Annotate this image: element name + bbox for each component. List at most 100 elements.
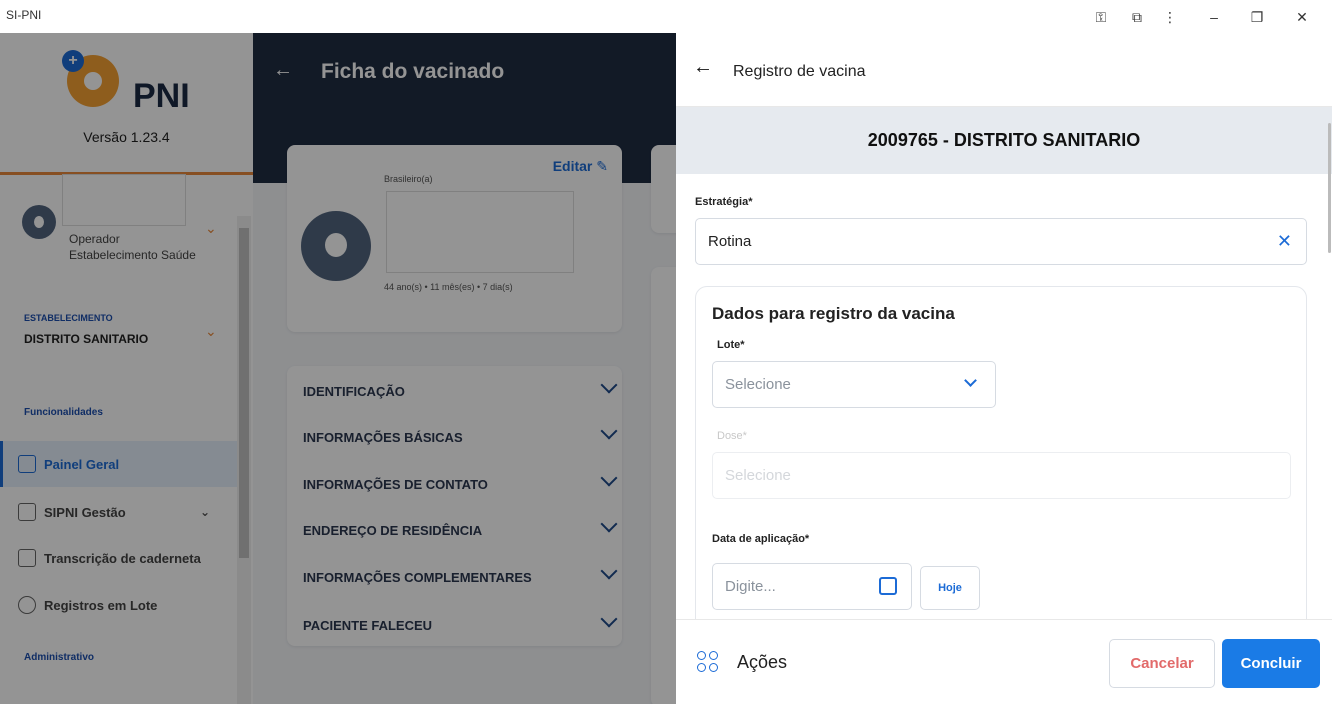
monitor-icon [18,455,36,473]
patient-sections: IDENTIFICAÇÃO INFORMAÇÕES BÁSICAS INFORM… [287,366,622,646]
plus-icon: + [62,50,84,72]
window-titlebar: SI-PNI ⚿ ⧉ ⋮ – ❐ ✕ [0,0,1332,33]
syringe-icon [18,596,36,614]
sidebar-item-label: Painel Geral [44,456,120,472]
vaccine-data-card: Dados para registro da vacina Lote* Sele… [695,286,1307,619]
drawer-title: Registro de vacina [733,63,866,80]
restore-icon[interactable]: ❐ [1245,6,1269,28]
drawer-scrollbar[interactable] [1326,107,1332,619]
extension-icon[interactable]: ⧉ [1125,6,1149,28]
accordion-label: INFORMAÇÕES BÁSICAS [303,429,463,445]
chevron-down-icon [600,562,618,580]
user-role-line: Estabelecimento Saúde [69,248,196,262]
today-button[interactable]: Hoje [920,566,980,610]
strategy-value: Rotina [708,233,752,250]
minimize-icon[interactable]: – [1202,6,1226,28]
logo-area: + PNI Versão 1.23.4 [0,33,253,175]
dose-select[interactable]: Selecione [712,452,1291,499]
avatar [301,211,371,281]
date-input[interactable]: Digite... [712,563,912,610]
accordion-informacoes-basicas[interactable]: INFORMAÇÕES BÁSICAS [303,414,623,460]
accordion-informacoes-complementares[interactable]: INFORMAÇÕES COMPLEMENTARES [303,554,623,600]
avatar [22,205,56,239]
sidebar-item-registros-lote[interactable]: Registros em Lote [0,582,237,628]
sidebar-item-sipni-gestao[interactable]: SIPNI Gestão ⌄ [0,489,237,535]
patient-record-panel: ← Ficha do vacinado Editar ✎ Brasileiro(… [253,33,676,704]
card-title: Dados para registro da vacina [712,304,955,323]
nationality: Brasileiro(a) [384,174,433,184]
accordion-label: PACIENTE FALECEU [303,617,433,633]
drawer-content: 2009765 - DISTRITO SANITARIO Estratégia*… [676,107,1332,619]
section-label-funcionalidades: Funcionalidades [24,407,103,418]
accordion-label: INFORMAÇÕES DE CONTATO [303,476,488,492]
sidebar: + PNI Versão 1.23.4 Operador Estabelecim… [0,33,253,704]
sidebar-item-painel-geral[interactable]: Painel Geral [0,441,237,487]
accordion-informacoes-contato[interactable]: INFORMAÇÕES DE CONTATO [303,461,623,507]
strategy-label: Estratégia* [695,196,753,208]
actions-grid-icon[interactable] [697,651,719,673]
patient-card: Editar ✎ Brasileiro(a) 44 ano(s) • 11 mê… [287,145,622,332]
redacted-username [62,174,186,226]
user-profile[interactable]: Operador Estabelecimento Saúde ⌄ [0,174,237,278]
chevron-down-icon[interactable]: ⌄ [205,220,217,237]
page-title: Ficha do vacinado [321,60,505,83]
accordion-paciente-faleceu[interactable]: PACIENTE FALECEU [303,602,623,648]
lote-select[interactable]: Selecione [712,361,996,408]
strategy-field[interactable]: Rotina ✕ [695,218,1307,265]
window-title: SI-PNI [6,8,42,22]
clipboard-icon [18,503,36,521]
dose-label: Dose* [717,430,747,442]
version-label: Versão 1.23.4 [83,129,170,145]
accordion-label: IDENTIFICAÇÃO [303,383,405,399]
dose-placeholder: Selecione [725,467,791,484]
date-placeholder: Digite... [725,578,776,595]
side-card [651,267,676,704]
back-arrow-icon[interactable]: ← [273,59,293,82]
redacted-patient-name [386,191,574,273]
user-role: Operador Estabelecimento Saúde [69,231,196,263]
patient-header: ← Ficha do vacinado [253,33,676,109]
sidebar-item-label: Registros em Lote [44,597,158,613]
key-icon[interactable]: ⚿ [1089,6,1113,28]
chevron-down-icon [600,422,618,440]
chevron-down-icon [600,469,618,487]
date-label: Data de aplicação* [712,533,810,545]
establishment-title: ESTABELECIMENTO [24,313,113,323]
chevron-down-icon [600,376,618,394]
card-check-icon [18,549,36,567]
chevron-down-icon[interactable]: ⌄ [200,505,210,519]
patient-age: 44 ano(s) • 11 mês(es) • 7 dia(s) [384,282,513,292]
edit-button[interactable]: Editar ✎ [553,158,608,175]
close-icon[interactable]: ✕ [1290,6,1314,28]
chevron-down-icon [600,515,618,533]
user-role-line: Operador [69,232,120,246]
edit-label: Editar [552,158,593,174]
back-arrow-icon[interactable]: ← [693,56,713,79]
lote-placeholder: Selecione [725,376,791,393]
calendar-icon[interactable] [879,577,897,595]
drawer-footer: Ações Cancelar Concluir [676,619,1332,704]
actions-label[interactable]: Ações [737,652,787,673]
vaccine-registration-drawer: ← Registro de vacina 2009765 - DISTRITO … [676,33,1332,704]
section-label-administrativo: Administrativo [24,652,95,663]
lote-label: Lote* [717,339,745,351]
more-icon[interactable]: ⋮ [1158,6,1182,28]
sidebar-item-label: SIPNI Gestão [44,504,126,520]
chevron-down-icon [964,374,977,387]
accordion-endereco-residencia[interactable]: ENDEREÇO DE RESIDÊNCIA [303,507,623,553]
conclude-button[interactable]: Concluir [1222,639,1320,688]
accordion-label: INFORMAÇÕES COMPLEMENTARES [303,569,532,585]
establishment-selector[interactable]: ESTABELECIMENTO DISTRITO SANITARIO ⌄ [0,305,237,365]
chevron-down-icon [600,610,618,628]
sidebar-scrollbar[interactable] [237,216,251,704]
logo-text: PNI [133,77,190,115]
sidebar-item-transcricao[interactable]: Transcrição de caderneta [0,535,237,581]
accordion-label: ENDEREÇO DE RESIDÊNCIA [303,522,483,538]
accordion-identificacao[interactable]: IDENTIFICAÇÃO [303,368,623,414]
clear-icon[interactable]: ✕ [1277,231,1292,252]
drawer-header: ← Registro de vacina [676,33,1332,107]
side-card [651,145,676,233]
chevron-down-icon[interactable]: ⌄ [205,323,217,340]
cancel-button[interactable]: Cancelar [1109,639,1215,688]
establishment-banner: 2009765 - DISTRITO SANITARIO [676,107,1332,174]
